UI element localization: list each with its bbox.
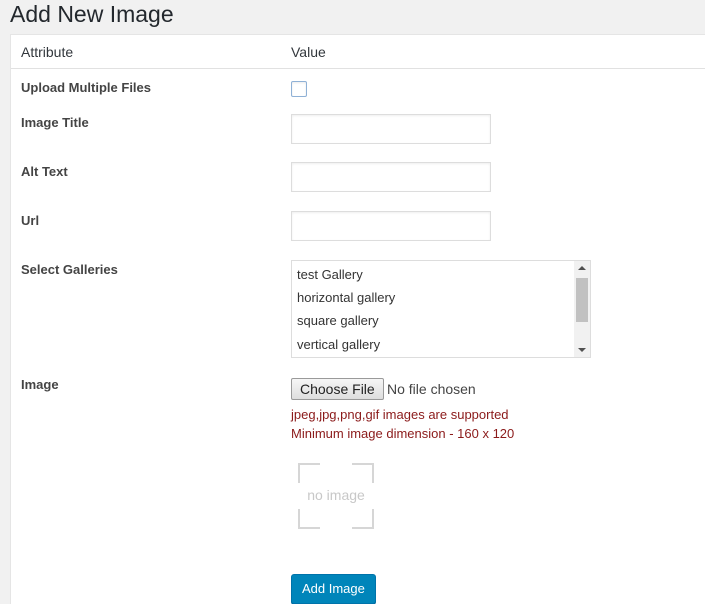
gallery-option[interactable]: test Gallery: [297, 267, 363, 283]
table-header: Attribute Value: [11, 35, 705, 69]
image-title-input[interactable]: [291, 114, 491, 144]
attribute-column-header: Attribute: [21, 44, 74, 60]
image-title-label: Image Title: [21, 115, 89, 130]
add-image-form-panel: Attribute Value Upload Multiple Files Im…: [10, 34, 705, 604]
gallery-option[interactable]: vertical gallery: [297, 337, 380, 353]
gallery-option[interactable]: square gallery: [297, 313, 379, 329]
alt-text-label: Alt Text: [21, 164, 68, 179]
gallery-option[interactable]: horizontal gallery: [297, 290, 395, 306]
scroll-down-arrow-icon[interactable]: [578, 348, 586, 352]
supported-formats-hint: jpeg,jpg,png,gif images are supported: [291, 407, 509, 422]
alt-text-input[interactable]: [291, 162, 491, 192]
add-image-button[interactable]: Add Image: [291, 574, 376, 604]
scrollbar-thumb[interactable]: [576, 278, 588, 322]
upload-multiple-checkbox[interactable]: [291, 81, 307, 97]
url-input[interactable]: [291, 211, 491, 241]
select-galleries-label: Select Galleries: [21, 262, 118, 277]
scroll-up-arrow-icon[interactable]: [578, 266, 586, 270]
page-title: Add New Image: [10, 1, 174, 27]
no-image-text: no image: [307, 487, 365, 503]
galleries-scrollbar[interactable]: [574, 261, 590, 357]
image-label: Image: [21, 377, 59, 392]
galleries-listbox[interactable]: test Gallery horizontal gallery square g…: [291, 260, 591, 358]
upload-multiple-label: Upload Multiple Files: [21, 80, 152, 95]
choose-file-button[interactable]: Choose File: [291, 378, 384, 400]
url-label: Url: [21, 213, 40, 228]
no-file-chosen-text: No file chosen: [387, 381, 476, 397]
minimum-dimension-hint: Minimum image dimension - 160 x 120: [291, 426, 515, 441]
image-placeholder-icon: no image: [298, 463, 374, 529]
value-column-header: Value: [291, 44, 326, 60]
